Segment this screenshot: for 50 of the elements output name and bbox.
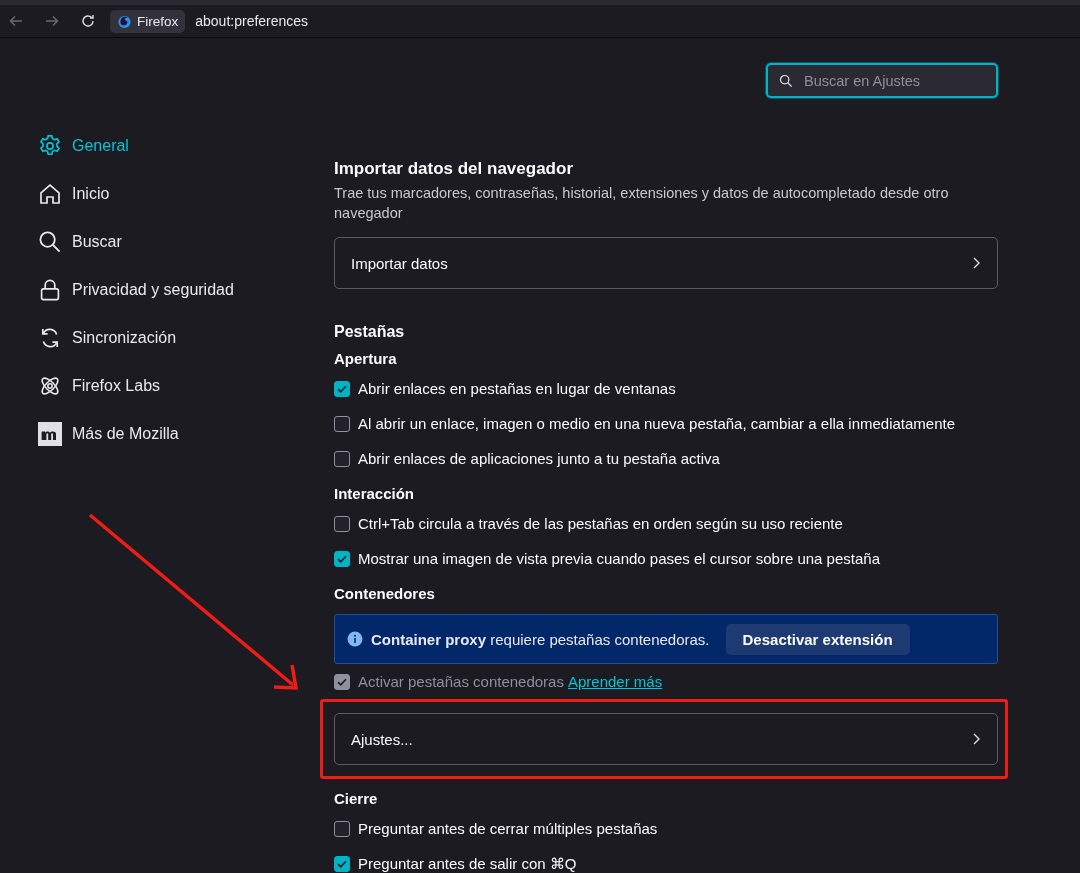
- group-heading: Interacción: [334, 484, 416, 504]
- checkbox[interactable]: [334, 415, 350, 432]
- search-icon: [779, 73, 793, 88]
- section-title: Importar datos del navegador: [334, 159, 574, 179]
- reload-icon[interactable]: [80, 13, 96, 29]
- lock-icon: [38, 278, 62, 302]
- checkbox-label: Mostrar una imagen de vista previa cuando pases el cursor sobre una pestaña: [358, 550, 880, 567]
- info-icon: [347, 631, 363, 647]
- chevron-right-icon: [971, 256, 981, 270]
- settings-row-button[interactable]: Importar datos: [334, 237, 998, 289]
- disable-extension-button[interactable]: Desactivar extensión: [725, 623, 910, 655]
- checkbox[interactable]: [334, 550, 350, 567]
- letter-m-icon: [38, 422, 62, 446]
- group-heading: Cierre: [334, 789, 379, 809]
- group-heading: Contenedores: [334, 584, 436, 604]
- checkbox[interactable]: [334, 515, 350, 532]
- checkbox[interactable]: [334, 855, 350, 872]
- notice-message: Container proxy requiere pestañas contenedoras.: [371, 630, 710, 648]
- group-heading: Apertura: [334, 349, 398, 369]
- sidebar-item[interactable]: Inicio: [38, 170, 110, 218]
- settings-icon: [38, 134, 62, 158]
- browser-logo-icon: [117, 13, 132, 29]
- section-title: Pestañas: [334, 323, 406, 341]
- section-description: Trae tus marcadores, contraseñas, historial, extensiones y datos de autocompletado desde otro navegador: [334, 184, 950, 223]
- search-field[interactable]: Buscar en Ajustes: [766, 63, 998, 98]
- sidebar-item[interactable]: General: [38, 122, 129, 170]
- checkbox-label: Abrir enlaces en pestañas en lugar de ventanas: [358, 380, 676, 397]
- checkbox[interactable]: [334, 450, 350, 467]
- identity-box[interactable]: Firefox: [110, 9, 186, 33]
- checkbox-label: Preguntar antes de cerrar múltiples pestañas: [358, 820, 658, 837]
- atom-icon: [38, 374, 62, 398]
- settings-row-button[interactable]: Ajustes...: [334, 713, 998, 765]
- address-field[interactable]: about:preferences: [195, 13, 309, 29]
- checkbox-label: Ctrl+Tab circula a través de las pestañas en orden según su uso reciente: [358, 515, 843, 532]
- sidebar-item[interactable]: Firefox Labs: [38, 362, 161, 410]
- forward-icon[interactable]: [44, 13, 60, 29]
- home-icon: [38, 182, 62, 206]
- sidebar-item[interactable]: Más de Mozilla: [38, 410, 179, 458]
- back-icon[interactable]: [8, 13, 24, 29]
- sidebar-item[interactable]: Sincronización: [38, 314, 177, 362]
- chevron-right-icon: [971, 732, 981, 746]
- search-icon: [38, 230, 62, 254]
- checkbox-label: Abrir enlaces de aplicaciones junto a tu pestaña activa: [358, 450, 720, 467]
- checkbox[interactable]: [334, 380, 350, 397]
- sidebar-item[interactable]: Privacidad y seguridad: [38, 266, 234, 314]
- checkbox-label: Activar pestañas contenedoras: [358, 673, 564, 690]
- sidebar-item[interactable]: Buscar: [38, 218, 122, 266]
- checkbox-label: Al abrir un enlace, imagen o medio en una nueva pestaña, cambiar a ella inmediatamente: [358, 415, 956, 432]
- checkbox-label: Preguntar antes de salir con ⌘Q: [358, 854, 577, 873]
- checkbox[interactable]: [334, 820, 350, 837]
